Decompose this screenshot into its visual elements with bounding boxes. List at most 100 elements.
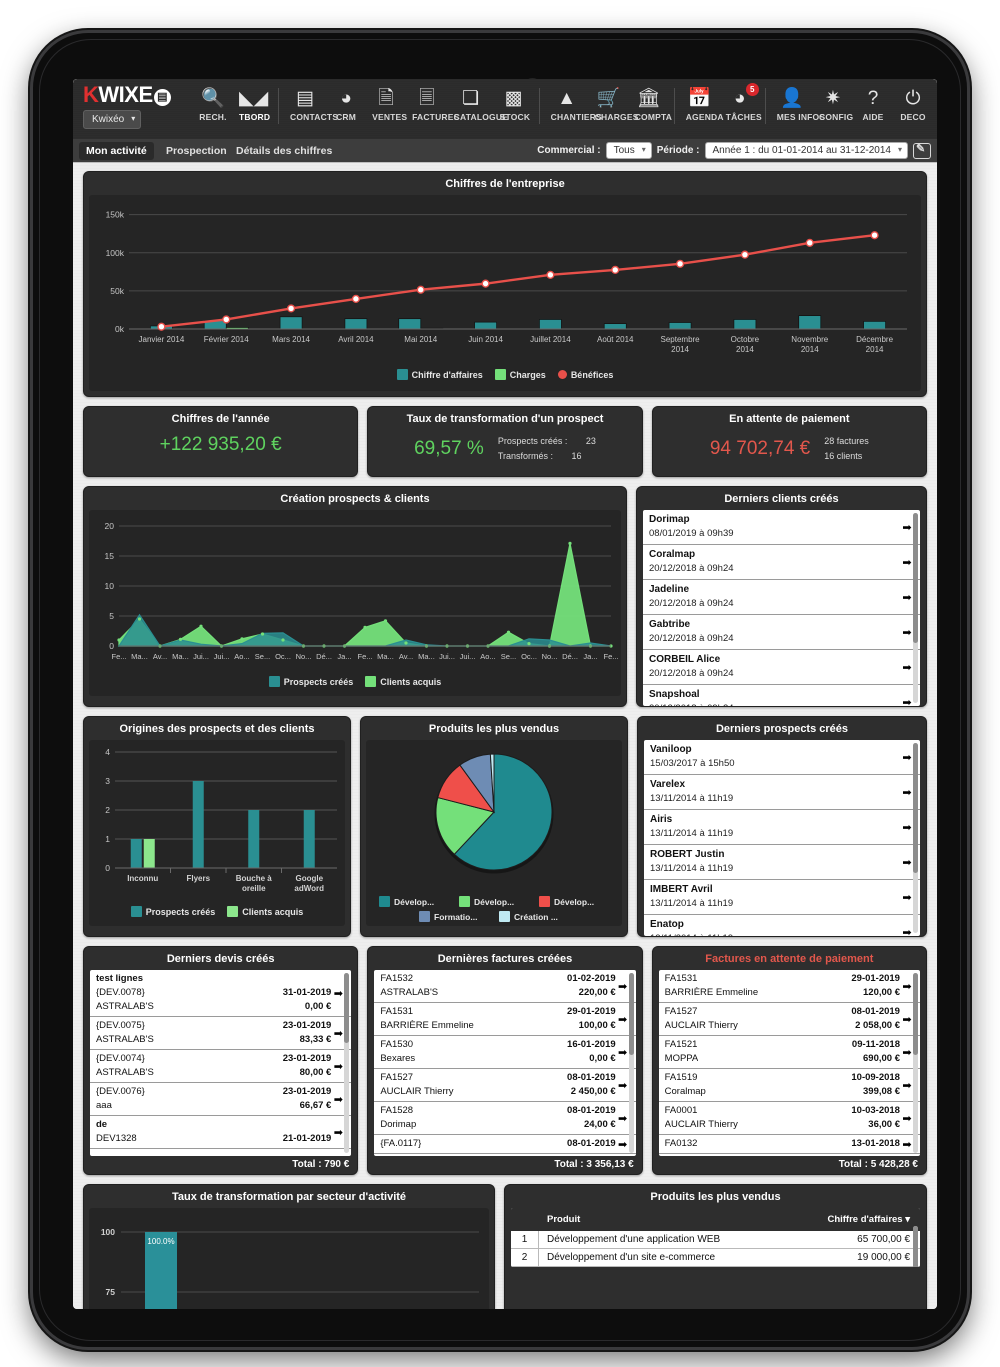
table-row[interactable]: 2 Développement d'un site e-commerce 19 00…: [511, 1249, 920, 1267]
dernieres-factures-list[interactable]: FA1532 01-02-2019 ASTRALAB'S 220,00 € ➡ FA153…: [374, 970, 636, 1156]
legend-item[interactable]: Dévelop...: [459, 896, 529, 907]
list-scrollbar[interactable]: [912, 973, 918, 1153]
list-item[interactable]: test lignes {DEV.0078} 31-01-2019 ASTRALAB'…: [90, 970, 352, 1017]
nav-item-ventes[interactable]: 🗎 VENTES: [366, 84, 407, 124]
list-scrollbar-thumb[interactable]: [912, 973, 918, 1055]
list-scrollbar-thumb[interactable]: [344, 973, 350, 1043]
factures-attente-list[interactable]: FA1531 29-01-2019 BARRIÈRE Emmeline 120,00 …: [658, 970, 920, 1156]
nav-item-t-ches[interactable]: ◕ TÂCHES 5: [720, 83, 762, 124]
list-item[interactable]: FA1527 08-01-2019 AUCLAIR Thierry 2 058,00 …: [658, 1003, 920, 1036]
nav-item-agenda[interactable]: 📅 AGENDA: [680, 84, 724, 124]
list-scrollbar[interactable]: [913, 743, 918, 933]
list-item[interactable]: FA1531 29-01-2019 BARRIÈRE Emmeline 120,00 …: [658, 970, 920, 1003]
open-arrow-icon[interactable]: ➡: [331, 1027, 345, 1040]
list-item[interactable]: de DEV1328 21-01-2019 ➡: [90, 1116, 352, 1149]
list-item[interactable]: Gabtribe 20/12/2018 à 09h24 ➡: [643, 615, 920, 650]
list-item[interactable]: {DEV.0075} 23-01-2019 ASTRALAB'S 83,33 € ➡: [90, 1017, 352, 1050]
list-scrollbar-thumb[interactable]: [628, 973, 634, 1055]
nav-item-stock[interactable]: ▩ STOCK: [494, 84, 534, 124]
table-scrollbar-thumb[interactable]: [913, 1226, 918, 1267]
kwixeo-logo[interactable]: KWIXE ▤: [83, 82, 171, 108]
derniers-prospects-list[interactable]: Vaniloop 15/03/2017 à 15h50 ➡ Varelex 13/11/…: [644, 740, 920, 936]
legend-item[interactable]: Création ...: [499, 911, 569, 922]
legend-item[interactable]: Clients acquis: [365, 676, 441, 687]
legend-item[interactable]: Dévelop...: [539, 896, 609, 907]
legend-item[interactable]: Formatio...: [419, 911, 489, 922]
open-arrow-icon[interactable]: ➡: [331, 1060, 345, 1073]
th-chiffre-affaires[interactable]: Chiffre d'affaires ▾: [800, 1211, 920, 1228]
list-item[interactable]: FA0132 13-01-2018 ➡: [658, 1135, 920, 1154]
nav-item-config[interactable]: ✷ CONFIG: [813, 84, 853, 124]
list-item[interactable]: Vaniloop 15/03/2017 à 15h50 ➡: [644, 740, 920, 775]
open-arrow-icon[interactable]: ➡: [331, 1126, 345, 1139]
open-arrow-icon[interactable]: ➡: [900, 661, 914, 674]
legend-item[interactable]: Charges: [494, 369, 546, 380]
nav-item-tbord[interactable]: ◣◢ TBORD: [233, 84, 273, 124]
open-arrow-icon[interactable]: ➡: [900, 926, 914, 937]
open-arrow-icon[interactable]: ➡: [900, 1046, 914, 1059]
open-arrow-icon[interactable]: ➡: [900, 591, 914, 604]
list-item[interactable]: IMBERT Avril 13/11/2014 à 11h19 ➡: [644, 880, 920, 915]
list-item[interactable]: Snapshoal 20/12/2018 à 09h24➡: [643, 685, 920, 706]
list-item[interactable]: Dorimap 08/01/2019 à 09h39 ➡: [643, 510, 920, 545]
list-scrollbar-thumb[interactable]: [913, 513, 918, 643]
open-arrow-icon[interactable]: ➡: [616, 1112, 630, 1125]
list-item[interactable]: FA1528 08-01-2019 Dorimap 24,00 € ➡: [374, 1102, 636, 1135]
tab-details-des-chiffres[interactable]: Détails des chiffres: [229, 142, 339, 160]
nav-item-compta[interactable]: 🏛 COMPTA: [629, 84, 672, 124]
list-item[interactable]: CORBEIL Alice 20/12/2018 à 09h24 ➡: [643, 650, 920, 685]
list-item[interactable]: {DEV.0074} 23-01-2019 ASTRALAB'S 80,00 € ➡: [90, 1050, 352, 1083]
nav-item-contacts[interactable]: ▤ CONTACTS: [284, 84, 338, 124]
open-arrow-icon[interactable]: ➡: [900, 556, 914, 569]
list-item[interactable]: Varelex 13/11/2014 à 11h19 ➡: [644, 775, 920, 810]
list-item[interactable]: FA1530 16-01-2019 Bexares 0,00 € ➡: [374, 1036, 636, 1069]
list-item[interactable]: {DEV.0076} 23-01-2019 aaa 66,67 € ➡: [90, 1083, 352, 1116]
list-item[interactable]: FA1531 29-01-2019 BARRIÈRE Emmeline 100,00 …: [374, 1003, 636, 1036]
open-arrow-icon[interactable]: ➡: [331, 1093, 345, 1106]
nav-item-aide[interactable]: ? AIDE: [853, 84, 893, 124]
th-produit[interactable]: Produit: [539, 1211, 800, 1228]
open-arrow-icon[interactable]: ➡: [616, 980, 630, 993]
open-arrow-icon[interactable]: ➡: [616, 1046, 630, 1059]
tab-prospection[interactable]: Prospection: [159, 142, 234, 160]
list-item[interactable]: Enatop 13/11/2014 à 11h19➡: [644, 915, 920, 936]
open-arrow-icon[interactable]: ➡: [616, 1013, 630, 1026]
open-arrow-icon[interactable]: ➡: [900, 1013, 914, 1026]
commercial-select[interactable]: Tous: [605, 142, 652, 159]
open-arrow-icon[interactable]: ➡: [900, 786, 914, 799]
list-item[interactable]: Coralmap 20/12/2018 à 09h24 ➡: [643, 545, 920, 580]
legend-item[interactable]: Clients acquis: [227, 906, 303, 917]
nav-item-chantiers[interactable]: ▲ CHANTIERS: [545, 84, 602, 124]
sort-descending-icon[interactable]: ▾: [905, 1214, 910, 1225]
list-scrollbar-thumb[interactable]: [913, 743, 918, 873]
list-item[interactable]: ROBERT Justin 13/11/2014 à 11h19 ➡: [644, 845, 920, 880]
nav-item-factures[interactable]: 🗏 FACTURES: [406, 84, 459, 124]
tab-mon-activite[interactable]: Mon activité: [79, 142, 154, 160]
list-scrollbar[interactable]: [628, 973, 634, 1153]
open-arrow-icon[interactable]: ➡: [616, 1138, 630, 1151]
table-row[interactable]: 1 Développement d'une application WEB 65 7…: [511, 1231, 920, 1249]
open-arrow-icon[interactable]: ➡: [900, 891, 914, 904]
list-scrollbar[interactable]: [344, 973, 350, 1153]
open-arrow-icon[interactable]: ➡: [900, 1079, 914, 1092]
nav-item-crm[interactable]: ◕ CRM: [326, 84, 366, 124]
open-arrow-icon[interactable]: ➡: [900, 751, 914, 764]
open-arrow-icon[interactable]: ➡: [900, 696, 914, 707]
open-arrow-icon[interactable]: ➡: [900, 626, 914, 639]
list-scrollbar[interactable]: [913, 513, 918, 703]
account-selector[interactable]: Kwixéo: [83, 110, 142, 129]
open-arrow-icon[interactable]: ➡: [331, 987, 345, 1000]
nav-item-catalogue[interactable]: ❏ CATALOGUE: [448, 84, 508, 124]
derniers-clients-list[interactable]: Dorimap 08/01/2019 à 09h39 ➡ Coralmap 20/12/…: [643, 510, 920, 706]
list-item[interactable]: {FA.0117} 08-01-2019 ➡: [374, 1135, 636, 1154]
derniers-devis-list[interactable]: test lignes {DEV.0078} 31-01-2019 ASTRALAB'…: [90, 970, 352, 1156]
open-arrow-icon[interactable]: ➡: [900, 980, 914, 993]
list-item[interactable]: Jadeline 20/12/2018 à 09h24 ➡: [643, 580, 920, 615]
open-arrow-icon[interactable]: ➡: [900, 1112, 914, 1125]
table-scrollbar[interactable]: [913, 1226, 918, 1267]
edit-period-button[interactable]: [913, 142, 931, 159]
open-arrow-icon[interactable]: ➡: [900, 856, 914, 869]
open-arrow-icon[interactable]: ➡: [616, 1079, 630, 1092]
list-item[interactable]: FA0001 10-03-2018 AUCLAIR Thierry 36,00 € ➡: [658, 1102, 920, 1135]
nav-item-mes-infos[interactable]: 👤 MES INFOS: [771, 84, 825, 124]
